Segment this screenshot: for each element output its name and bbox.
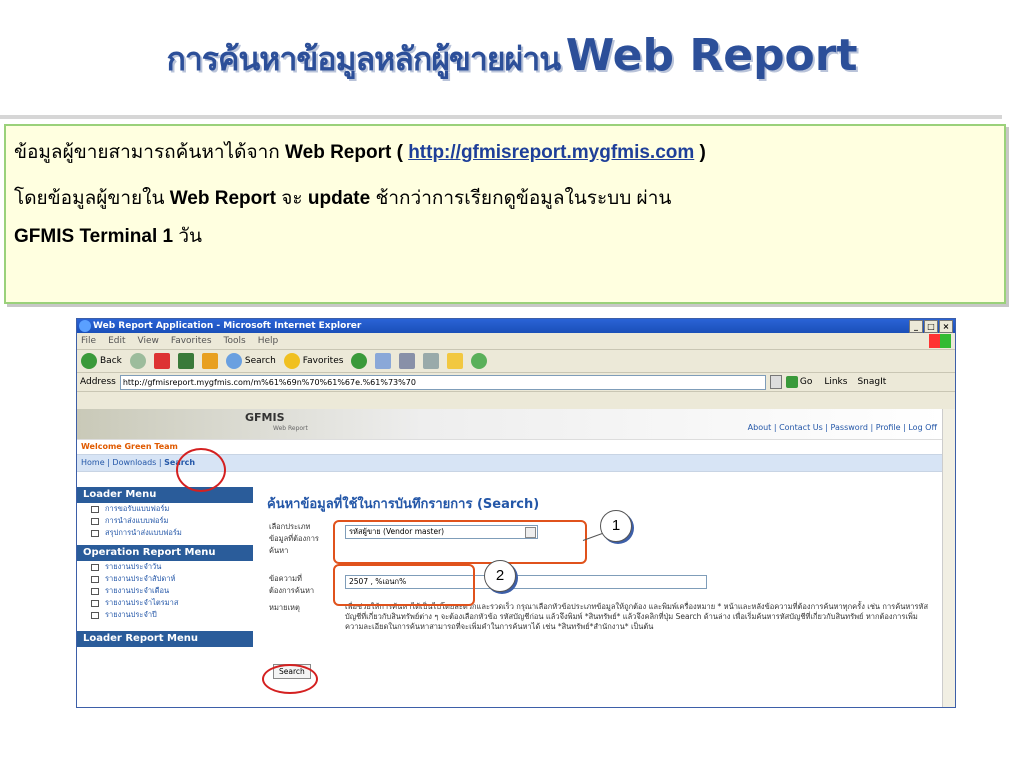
- operation-menu-item[interactable]: รายงานประจำสัปดาห์: [77, 573, 253, 585]
- home-icon[interactable]: [201, 353, 218, 369]
- star-icon: [283, 353, 300, 369]
- forward-arrow-icon[interactable]: [129, 353, 146, 369]
- info-line-3: GFMIS Terminal 1 วัน: [14, 226, 203, 247]
- loader-menu-item[interactable]: การนำส่งแบบฟอร์ม: [77, 515, 253, 527]
- callout-1: 1: [600, 510, 632, 542]
- loader-menu-item[interactable]: การขอรับแบบฟอร์ม: [77, 503, 253, 515]
- type-select-highlight: [333, 520, 587, 564]
- close-button[interactable]: ×: [939, 320, 953, 333]
- messenger-icon[interactable]: [471, 353, 488, 369]
- text-label: ข้อความที่ต้องการค้นหา: [269, 574, 315, 595]
- operation-report-menu-title: Operation Report Menu: [77, 545, 253, 561]
- loader-menu-item[interactable]: สรุปการนำส่งแบบฟอร์ม: [77, 527, 253, 539]
- menu-view[interactable]: View: [138, 333, 159, 349]
- minimize-button[interactable]: _: [909, 320, 923, 333]
- windows-logo-icon: [929, 334, 951, 348]
- go-button[interactable]: Go: [785, 376, 812, 388]
- search-heading: ค้นหาข้อมูลที่ใช้ในการบันทึกรายการ (Sear…: [267, 497, 540, 512]
- snagit-button[interactable]: SnagIt: [857, 377, 886, 387]
- links-button[interactable]: Links: [824, 377, 847, 387]
- menu-bar: File Edit View Favorites Tools Help: [77, 333, 955, 350]
- refresh-icon[interactable]: [177, 353, 194, 369]
- mail-icon[interactable]: [375, 353, 392, 369]
- search-button[interactable]: Search: [225, 353, 276, 369]
- stop-icon[interactable]: [153, 353, 170, 369]
- site-banner: GFMIS Web Report About | Contact Us | Pa…: [77, 409, 943, 440]
- ie-icon: [79, 320, 91, 332]
- info-line-2: โดยข้อมูลผู้ขายใน Web Report จะ update ช…: [14, 188, 672, 209]
- search-button-highlight: [262, 664, 318, 694]
- back-arrow-icon: [81, 353, 97, 369]
- left-menu: Loader Menu การขอรับแบบฟอร์ม การนำส่งแบบ…: [77, 481, 253, 707]
- note-label: หมายเหตุ: [269, 603, 300, 612]
- menu-file[interactable]: File: [81, 333, 96, 349]
- operation-menu-item[interactable]: รายงานประจำวัน: [77, 561, 253, 573]
- go-arrow-icon: [785, 376, 798, 388]
- slide-title: การค้นหาข้อมูลหลักผู้ขายผ่าน Web Report: [0, 30, 1024, 85]
- gfmis-logo-sub: Web Report: [273, 425, 308, 432]
- window-titlebar: Web Report Application - Microsoft Inter…: [77, 319, 955, 333]
- print-icon[interactable]: [399, 353, 416, 369]
- address-bar: Address Go Links SnagIt: [77, 373, 955, 392]
- browser-window: Web Report Application - Microsoft Inter…: [76, 318, 956, 708]
- type-label: เลือกประเภทข้อมูลที่ต้องการค้นหา: [269, 522, 319, 555]
- operation-menu-item[interactable]: รายงานประจำเดือน: [77, 585, 253, 597]
- address-input[interactable]: [119, 374, 766, 390]
- site-top-links[interactable]: About | Contact Us | Password | Profile …: [748, 423, 937, 432]
- slide-title-en: Web Report: [565, 30, 858, 81]
- vertical-scrollbar[interactable]: [942, 409, 955, 707]
- info-line-1: ข้อมูลผู้ขายสามารถค้นหาได้จาก Web Report…: [14, 142, 706, 163]
- gfmis-logo: GFMIS: [245, 411, 285, 424]
- menu-help[interactable]: Help: [258, 333, 279, 349]
- toolbar: Back Search Favorites: [77, 350, 955, 373]
- title-divider: [0, 115, 1002, 119]
- loader-report-menu-title: Loader Report Menu: [77, 631, 253, 647]
- operation-menu-item[interactable]: รายงานประจำปี: [77, 609, 253, 621]
- menu-tools[interactable]: Tools: [224, 333, 246, 349]
- search-icon: [225, 353, 242, 369]
- search-nav-highlight: [176, 448, 226, 492]
- address-label: Address: [80, 377, 116, 387]
- maximize-button[interactable]: □: [924, 320, 938, 333]
- info-box: ข้อมูลผู้ขายสามารถค้นหาได้จาก Web Report…: [4, 124, 1006, 304]
- edit-icon[interactable]: [423, 353, 440, 369]
- search-text-highlight: [333, 564, 475, 606]
- nav-downloads[interactable]: Downloads: [112, 458, 156, 467]
- nav-home[interactable]: Home: [81, 458, 105, 467]
- note-text: เพื่อช่วยให้การค้นหาได้เป็นไปโดยสะดวกและ…: [345, 602, 929, 631]
- history-icon[interactable]: [351, 353, 368, 369]
- slide-title-thai: การค้นหาข้อมูลหลักผู้ขายผ่าน: [166, 40, 561, 78]
- folder-icon[interactable]: [447, 353, 464, 369]
- menu-edit[interactable]: Edit: [108, 333, 125, 349]
- back-button[interactable]: Back: [81, 353, 122, 369]
- callout-2: 2: [484, 560, 516, 592]
- menu-favorites[interactable]: Favorites: [171, 333, 212, 349]
- favorites-button[interactable]: Favorites: [283, 353, 343, 369]
- window-title: Web Report Application - Microsoft Inter…: [93, 321, 362, 331]
- operation-menu-item[interactable]: รายงานประจำไตรมาส: [77, 597, 253, 609]
- address-dropdown-icon[interactable]: [769, 375, 782, 389]
- loader-menu-title: Loader Menu: [77, 487, 253, 503]
- gfmis-report-link[interactable]: http://gfmisreport.mygfmis.com: [408, 142, 694, 163]
